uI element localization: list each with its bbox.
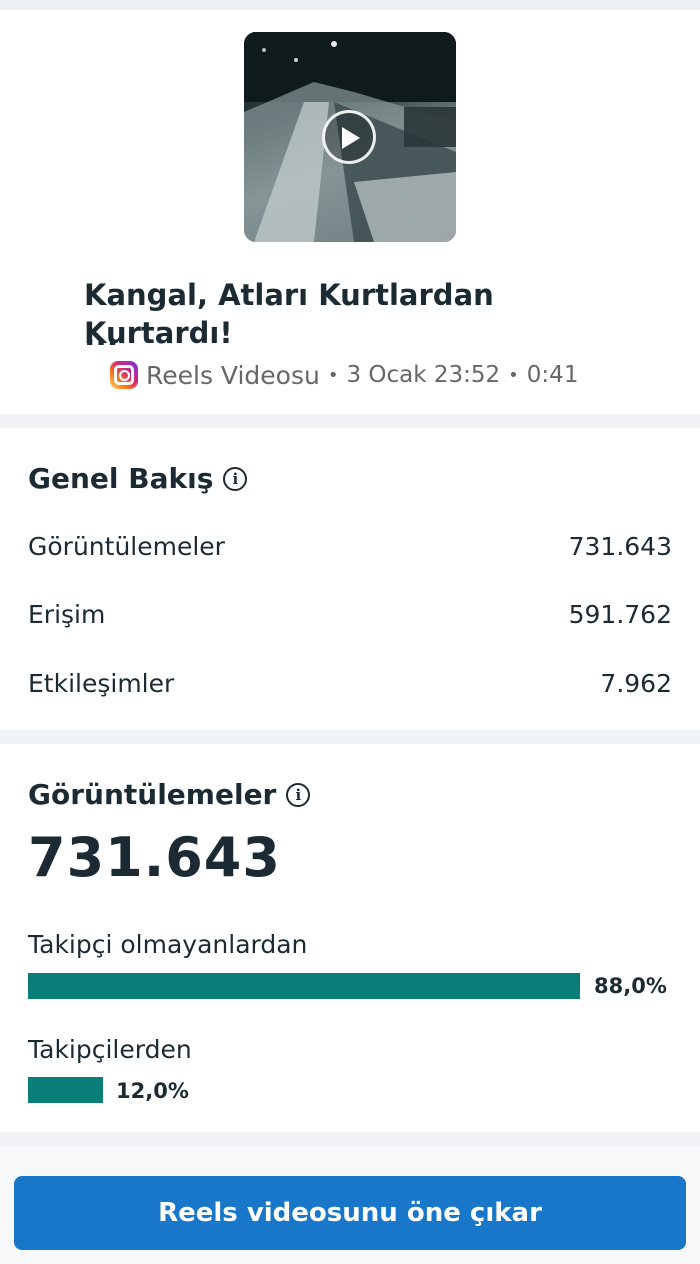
play-icon[interactable] — [322, 110, 376, 164]
video-header-card: Kangal, Atları Kurtlardan Kurtardı! ... … — [0, 0, 700, 414]
action-area: Reels videosunu öne çıkar — [0, 1146, 700, 1264]
video-duration: 0:41 — [526, 362, 579, 388]
top-divider — [0, 0, 700, 10]
info-icon[interactable]: i — [223, 466, 248, 491]
stat-label: Erişim — [28, 600, 106, 629]
video-title: Kangal, Atları Kurtlardan Kurtardı! — [84, 278, 494, 350]
bar-followers — [28, 1077, 580, 1103]
stat-label: Etkileşimler — [28, 669, 175, 698]
video-thumbnail[interactable] — [244, 32, 456, 242]
instagram-icon — [110, 361, 138, 389]
meta-separator: • — [508, 364, 519, 386]
stat-row-interactions: Etkileşimler 7.962 — [28, 669, 672, 698]
video-date: 3 Ocak 23:52 — [346, 362, 501, 388]
bar-fill-non-followers — [28, 973, 580, 999]
views-total: 731.643 — [28, 826, 281, 889]
info-icon[interactable]: i — [286, 782, 311, 807]
meta-separator: • — [327, 364, 339, 386]
bar-percent-followers: 12,0% — [116, 1079, 189, 1103]
stat-value: 731.643 — [568, 532, 672, 561]
views-title: Görüntülemeler i — [28, 778, 311, 811]
overview-title-text: Genel Bakış — [28, 462, 214, 495]
bar-label-followers: Takipçilerden — [28, 1035, 192, 1064]
bar-fill-followers — [28, 1077, 104, 1103]
stat-row-reach: Erişim 591.762 — [28, 600, 672, 629]
overview-title: Genel Bakış i — [28, 462, 248, 495]
views-card: Görüntülemeler i 731.643 Takipçi olmayan… — [0, 744, 700, 1132]
stat-label: Görüntülemeler — [28, 532, 225, 561]
stat-value: 7.962 — [600, 669, 672, 698]
video-type: Reels Videosu — [146, 360, 320, 390]
insights-page: Kangal, Atları Kurtlardan Kurtardı! ... … — [0, 0, 700, 1264]
stat-row-views: Görüntülemeler 731.643 — [28, 532, 672, 561]
overview-card: Genel Bakış i Görüntülemeler 731.643 Eri… — [0, 428, 700, 730]
video-meta: Reels Videosu • 3 Ocak 23:52 • 0:41 — [110, 358, 578, 392]
promote-reels-button[interactable]: Reels videosunu öne çıkar — [14, 1176, 686, 1250]
title-ellipsis: ... — [84, 318, 119, 353]
views-title-text: Görüntülemeler — [28, 778, 277, 811]
bar-percent-non-followers: 88,0% — [594, 974, 667, 998]
bar-label-non-followers: Takipçi olmayanlardan — [28, 930, 308, 959]
stat-value: 591.762 — [568, 600, 672, 629]
bar-non-followers — [28, 973, 580, 999]
